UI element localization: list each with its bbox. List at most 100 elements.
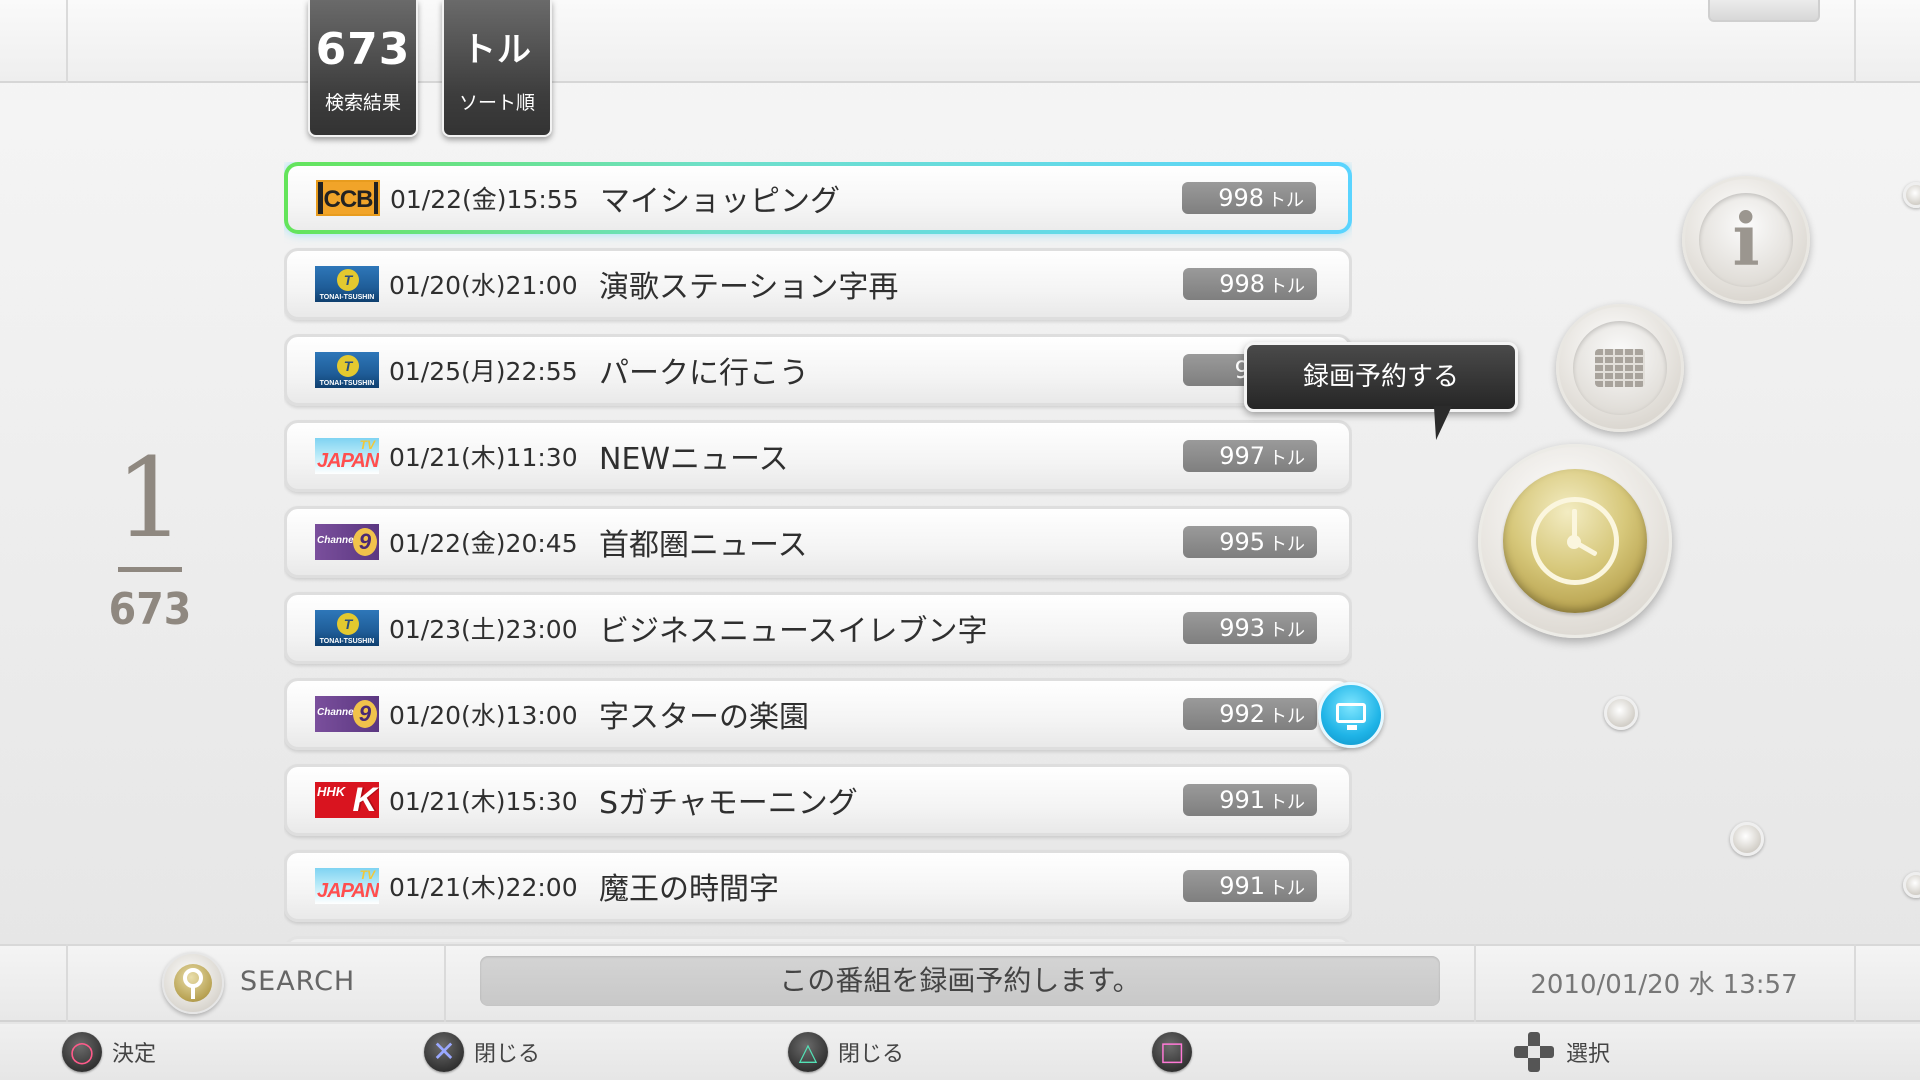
channel-logo-hhk: HHK K	[315, 782, 379, 818]
search-icon[interactable]	[162, 952, 224, 1014]
score-badge: 998 トル	[1183, 268, 1317, 300]
score-unit: トル	[1268, 190, 1304, 211]
sort-order-tab[interactable]: トル ソート順	[442, 0, 552, 137]
score-unit: トル	[1269, 620, 1305, 641]
channel-logo-ccb: CCB	[316, 180, 380, 216]
program-row[interactable]: HHK K 01/21(木)15:30 Sガチャモーニング 991 トル	[284, 764, 1352, 836]
hint-label: 選択	[1566, 1042, 1611, 1067]
circle-button-icon: ○	[62, 1032, 102, 1072]
menu-dot-edge[interactable]	[1903, 872, 1920, 898]
program-title: マイショッピング	[600, 184, 840, 219]
frame-divider	[1474, 944, 1476, 1022]
info-icon: i	[1699, 193, 1793, 287]
search-results-tab[interactable]: 673 検索結果	[308, 0, 418, 137]
triangle-button-icon: △	[788, 1032, 828, 1072]
hint-confirm[interactable]: ○ 決定	[62, 1032, 156, 1072]
channel-logo-tonai-tsushin: T TONAI-TSUSHIN	[315, 352, 379, 388]
score-unit: トル	[1269, 276, 1305, 297]
program-row[interactable]: TTONAI-TSUSHIN 01/25(月)22:55 パークに行こう 99ト…	[284, 334, 1352, 406]
current-datetime: 2010/01/20 水 13:57	[1530, 970, 1798, 1000]
score-value: 991	[1219, 872, 1265, 900]
program-datetime: 01/21(木)11:30	[389, 443, 578, 472]
program-row[interactable]: T TONAI-TSUSHIN 01/20(水)21:00 演歌ステーション字再 …	[284, 248, 1352, 320]
tt-logo-text: TONAI-TSUSHIN	[319, 638, 375, 645]
score-value: 993	[1219, 614, 1265, 642]
channel-logo-tonai-tsushin: T TONAI-TSUSHIN	[315, 266, 379, 302]
score-unit: トル	[1269, 792, 1305, 813]
info-button[interactable]: i	[1682, 176, 1810, 304]
program-datetime: 01/25(月)22:55	[389, 357, 578, 386]
frame-divider	[66, 944, 68, 1022]
program-guide-button[interactable]	[1556, 304, 1684, 432]
sort-label: ソート順	[458, 92, 535, 114]
hint-label: 決定	[112, 1042, 157, 1067]
program-row[interactable]: Channel 9 01/22(金)20:45 首都圏ニュース 995 トル	[284, 506, 1352, 578]
score-value: 997	[1219, 442, 1265, 470]
record-tooltip: 録画予約する	[1244, 342, 1518, 412]
hint-bar	[0, 1024, 1920, 1080]
score-badge: 998 トル	[1182, 182, 1316, 214]
results-label: 検索結果	[324, 92, 401, 114]
menu-dot[interactable]	[1604, 696, 1638, 730]
program-datetime: 01/20(水)21:00	[389, 271, 578, 300]
program-datetime: 01/21(木)15:30	[389, 787, 578, 816]
score-value: 992	[1219, 700, 1265, 728]
program-title: NEWニュース	[599, 442, 789, 477]
tv-icon[interactable]	[1318, 682, 1384, 748]
square-button-icon: □	[1152, 1032, 1192, 1072]
program-row[interactable]: T TONAI-TSUSHIN 01/23(土)23:00 ビジネスニュースイレブ…	[284, 592, 1352, 664]
channel-logo-tv-japan: TV JAPAN	[315, 868, 379, 904]
tvj-logo-japan: JAPAN	[317, 450, 379, 472]
hint-close-cross[interactable]: ✕ 閉じる	[424, 1032, 540, 1072]
program-row[interactable]: TV JAPAN 01/21(木)11:30 NEWニュース 997 トル	[284, 420, 1352, 492]
sort-value: トル	[462, 30, 532, 70]
score-badge: 995 トル	[1183, 526, 1317, 558]
program-title: パークに行こう	[599, 356, 809, 391]
program-row-partial	[284, 936, 1352, 942]
menu-dot[interactable]	[1730, 822, 1764, 856]
tt-logo-mark: T	[337, 355, 359, 377]
search-label: SEARCH	[240, 966, 356, 997]
hint-select[interactable]: 選択	[1512, 1032, 1610, 1072]
clock-icon	[1503, 469, 1647, 613]
program-title: ビジネスニュースイレブン字	[599, 614, 988, 649]
program-datetime: 01/21(木)22:00	[389, 873, 578, 902]
top-bar	[0, 0, 1920, 83]
score-value: 991	[1219, 786, 1265, 814]
ch9-logo-number: 9	[353, 528, 377, 556]
tt-logo-text: TONAI-TSUSHIN	[319, 294, 375, 301]
score-badge: 997 トル	[1183, 440, 1317, 472]
tvj-logo-japan: JAPAN	[317, 880, 379, 902]
hint-close-triangle[interactable]: △ 閉じる	[788, 1032, 904, 1072]
menu-dot-edge[interactable]	[1903, 182, 1920, 208]
hhk-logo-text: HHK	[317, 784, 346, 799]
score-badge: 991 トル	[1183, 784, 1317, 816]
top-right-tab[interactable]	[1708, 0, 1820, 22]
channel-logo-channel-9: Channel 9	[315, 524, 379, 560]
score-badge: 992 トル	[1183, 698, 1317, 730]
program-guide-icon	[1573, 321, 1667, 415]
frame-divider	[66, 0, 68, 83]
score-value: 998	[1219, 270, 1265, 298]
frame-divider	[1854, 0, 1856, 83]
dpad-icon	[1512, 1030, 1556, 1074]
results-count: 673	[315, 24, 411, 75]
record-reservation-button[interactable]	[1478, 444, 1672, 638]
score-unit: トル	[1269, 448, 1305, 469]
score-unit: トル	[1269, 706, 1305, 727]
frame-divider	[444, 944, 446, 1022]
program-title: 魔王の時間字	[599, 872, 779, 907]
program-row[interactable]: TV JAPAN 01/21(木)22:00 魔王の時間字 991 トル	[284, 850, 1352, 922]
hint-square[interactable]: □	[1152, 1032, 1202, 1072]
tt-logo-mark: T	[337, 269, 359, 291]
program-title: Sガチャモーニング	[599, 786, 858, 821]
program-datetime: 01/22(金)15:55	[390, 185, 579, 214]
program-datetime: 01/20(水)13:00	[389, 701, 578, 730]
program-title: 字スターの楽園	[599, 700, 809, 735]
tt-logo-text: TONAI-TSUSHIN	[319, 380, 375, 387]
program-row[interactable]: CCB 01/22(金)15:55 マイショッピング 998 トル	[284, 162, 1352, 234]
score-value: 998	[1218, 184, 1264, 212]
cross-button-icon: ✕	[424, 1032, 464, 1072]
ch9-logo-text: Channel	[317, 707, 357, 718]
program-row[interactable]: Channel 9 01/20(水)13:00 字スターの楽園 992 トル	[284, 678, 1352, 750]
